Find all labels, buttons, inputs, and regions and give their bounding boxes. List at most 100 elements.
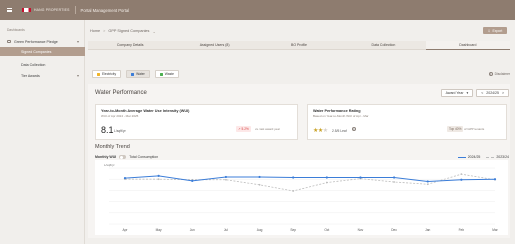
x-tick-label: May	[156, 228, 162, 232]
top-percent-note: of GPP tenants	[464, 127, 485, 131]
sidebar-item-label: Signed Companies	[21, 49, 52, 54]
tab-dashboard[interactable]: Dashboard	[425, 41, 511, 50]
info-icon: i	[488, 72, 493, 76]
year-controls: Award Year ▾ < 2024/25 >	[440, 89, 509, 97]
chevron-down-icon: ▾	[76, 39, 79, 44]
chart-legend: 2024/25 2023/24	[457, 155, 509, 159]
sidebar: Dashboards Green Performance Pledge ▾ Si…	[0, 20, 85, 244]
monthly-trend-chart: L/sqft/yrApr May Jun Jul Aug Sep Oct Nov Dec Jan F…	[95, 160, 508, 235]
data-point	[460, 173, 463, 176]
top-bar: HANG PROPERTIES Portal Management Portal	[0, 0, 515, 20]
x-tick-label: Jan	[425, 228, 430, 232]
disclaimer-link[interactable]: i Disclaimer	[488, 72, 510, 76]
data-point	[258, 175, 261, 179]
disclaimer-label: Disclaimer	[494, 72, 510, 76]
wui-subtitle: WUI of Apr 2024 - Mar 2025	[101, 114, 139, 118]
wui-value: 8.1	[101, 125, 114, 135]
divider	[74, 6, 76, 14]
sidebar-item-label: Data Collection	[21, 62, 46, 67]
tab-bo-profile[interactable]: BO Profile	[256, 41, 342, 50]
data-point	[157, 174, 160, 177]
sidebar-item-label: Tier Awards	[21, 73, 40, 78]
tab-assigned-users[interactable]: Assigned Users (8)	[172, 41, 257, 50]
chevron-left-icon[interactable]: <	[481, 91, 483, 95]
info-icon[interactable]: i	[352, 127, 356, 131]
data-point	[325, 181, 328, 184]
x-tick-label: Sep	[290, 228, 296, 232]
y-axis-label: L/sqft/yr	[104, 163, 115, 167]
data-point	[460, 178, 463, 181]
award-year-label: Award Year	[445, 91, 464, 95]
data-point	[123, 176, 127, 180]
export-label: Export	[492, 28, 503, 33]
top-percent-badge: Top 40%	[447, 126, 464, 132]
download-icon: ⇩	[487, 28, 491, 33]
year-value: 2024/25	[486, 91, 499, 95]
monthly-wui-label: Monthly WUI	[95, 155, 117, 159]
legend-label: 2023/24	[496, 155, 509, 159]
product-name: Portal Management Portal	[80, 7, 130, 13]
tab-bar: Company Details Assigned Users (8) BO Pr…	[88, 41, 511, 50]
sidebar-item-signed-companies[interactable]: Signed Companies	[0, 47, 85, 56]
x-tick-label: Oct	[324, 228, 329, 232]
year-stepper: < 2024/25 >	[476, 89, 509, 97]
x-tick-label: Dec	[391, 228, 397, 232]
chevron-right-icon: >	[103, 29, 106, 33]
water-icon	[131, 72, 135, 76]
resource-subtabs: Electricity Water Waste	[92, 70, 180, 78]
sidebar-item-tier-awards[interactable]: Tier Awards ▾	[0, 71, 85, 80]
total-consumption-label: Total Consumption	[129, 155, 159, 159]
x-tick-label: Jun	[190, 228, 195, 232]
electricity-icon	[97, 72, 100, 76]
subtab-electricity[interactable]: Electricity	[92, 70, 122, 78]
trend-title: Monthly Trend	[95, 144, 130, 150]
chevron-down-icon[interactable]: ⌄	[152, 29, 155, 34]
award-year-select[interactable]: Award Year ▾	[440, 89, 474, 97]
sidebar-item-data-collection[interactable]: Data Collection	[0, 60, 85, 69]
total-consumption-toggle[interactable]	[119, 155, 127, 159]
hamburger-menu-icon[interactable]	[7, 8, 12, 12]
data-point	[359, 176, 362, 179]
data-point	[325, 176, 328, 179]
wui-title: Year-to-Month Average Water Use Intensit…	[101, 109, 190, 113]
x-tick-label: Aug	[257, 228, 263, 232]
brand-name: HANG PROPERTIES	[34, 8, 70, 12]
legend-item-current: 2024/25	[457, 155, 481, 159]
leaf-rating-icon: ★★★	[313, 128, 328, 134]
data-point	[392, 176, 396, 179]
subtab-water[interactable]: Water	[126, 70, 150, 78]
rating-text: 2.5/5 Leaf	[332, 129, 347, 133]
tab-company-details[interactable]: Company Details	[88, 41, 173, 50]
wui-change-badge: ↗ 5.2%	[236, 126, 251, 132]
waste-icon	[159, 72, 163, 76]
rating-card: Water Performance Rating Based on Year-t…	[307, 104, 507, 140]
rating-subtitle: Based on Year-to-Month WUI of Apr - Mar	[313, 114, 369, 118]
chevron-down-icon: ▾	[466, 91, 469, 95]
rating-title: Water Performance Rating	[313, 109, 361, 113]
pledge-icon	[7, 40, 11, 43]
sidebar-item-label: Green Performance Pledge	[14, 39, 58, 44]
breadcrumb-home[interactable]: Home	[90, 29, 100, 33]
sidebar-section-label: Dashboards	[7, 28, 25, 32]
chevron-right-icon[interactable]: >	[502, 91, 504, 95]
data-point	[292, 190, 295, 192]
wui-unit: L/sqft/yr	[114, 129, 126, 133]
data-point	[224, 175, 228, 179]
data-point	[426, 180, 429, 183]
trend-toggle-row: Monthly WUI Total Consumption	[95, 155, 158, 159]
data-point	[292, 176, 295, 179]
subtab-waste[interactable]: Waste	[154, 70, 180, 78]
x-tick-label: Feb	[459, 228, 465, 232]
tab-data-collection[interactable]: Data Collection	[341, 41, 426, 50]
data-point	[258, 183, 261, 186]
export-button[interactable]: ⇩ Export	[483, 27, 507, 34]
wui-card: Year-to-Month Average Water Use Intensit…	[95, 104, 298, 140]
data-point	[426, 183, 429, 186]
sidebar-item-green-performance-pledge[interactable]: Green Performance Pledge ▾	[0, 37, 85, 46]
breadcrumb-current[interactable]: GPP Signed Companies	[108, 29, 149, 33]
data-point	[157, 178, 160, 181]
legend-item-previous: 2023/24	[486, 155, 509, 159]
data-point	[191, 179, 194, 182]
legend-label: 2024/25	[467, 155, 481, 159]
subtab-label: Water	[136, 72, 145, 76]
